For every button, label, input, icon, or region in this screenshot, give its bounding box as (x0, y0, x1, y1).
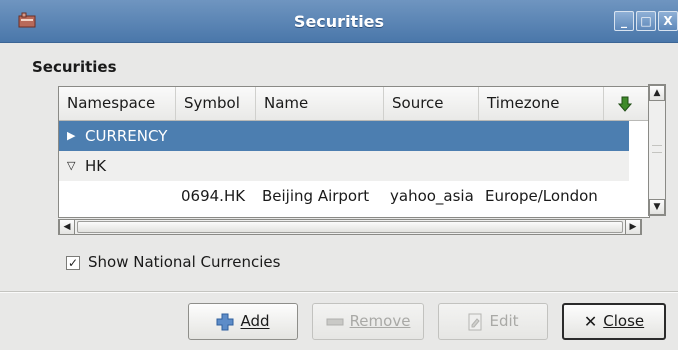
edit-icon (468, 313, 482, 330)
add-button[interactable]: Add (188, 303, 298, 340)
group-label: CURRENCY (85, 127, 168, 145)
show-national-currencies-label[interactable]: Show National Currencies (88, 253, 280, 271)
scroll-grip[interactable] (652, 145, 662, 153)
collapse-arrow-icon[interactable]: ▽ (67, 151, 75, 181)
window-title: Securities (293, 12, 385, 31)
column-timezone[interactable]: Timezone (479, 87, 604, 120)
securities-tree[interactable]: Namespace Symbol Name Source Timezone ▶ … (58, 86, 650, 218)
tree-row-currency[interactable]: ▶ CURRENCY (59, 121, 629, 151)
scroll-right-icon[interactable]: ▶ (625, 219, 641, 235)
remove-button[interactable]: Remove (312, 303, 424, 340)
column-namespace[interactable]: Namespace (59, 87, 176, 120)
close-window-button[interactable]: X (658, 11, 678, 31)
separator (0, 291, 678, 293)
close-x-icon: ✕ (583, 312, 598, 331)
column-source[interactable]: Source (384, 87, 479, 120)
remove-label: Remove (349, 312, 411, 330)
edit-label: Edit (489, 312, 519, 330)
close-button[interactable]: ✕ Close (562, 303, 666, 340)
table-row[interactable]: 0694.HK Beijing Airport yahoo_asia Europ… (59, 181, 629, 211)
show-national-currencies-checkbox[interactable]: ✓ (66, 256, 80, 270)
cell-timezone: Europe/London (485, 187, 598, 205)
cell-name: Beijing Airport (262, 187, 370, 205)
plus-icon (216, 313, 234, 330)
cell-symbol: 0694.HK (181, 187, 246, 205)
maximize-button[interactable]: □ (636, 11, 656, 31)
sort-down-arrow-icon (617, 96, 633, 112)
column-header-row: Namespace Symbol Name Source Timezone (59, 87, 649, 121)
horizontal-scrollbar[interactable]: ◀ ▶ (58, 219, 642, 235)
scroll-down-icon[interactable]: ▼ (649, 199, 665, 215)
add-label: Add (240, 312, 270, 330)
column-symbol[interactable]: Symbol (176, 87, 256, 120)
edit-button[interactable]: Edit (438, 303, 548, 340)
title-bar[interactable]: Securities _ □ X (0, 0, 678, 43)
expand-arrow-icon[interactable]: ▶ (67, 121, 75, 151)
section-title: Securities (32, 58, 117, 76)
minimize-button[interactable]: _ (614, 11, 634, 31)
horizontal-scroll-thumb[interactable] (77, 221, 623, 233)
scroll-left-icon[interactable]: ◀ (59, 219, 75, 235)
minus-icon (326, 318, 344, 325)
close-label: Close (603, 312, 645, 330)
column-name[interactable]: Name (256, 87, 384, 120)
cell-source: yahoo_asia (390, 187, 474, 205)
column-sort[interactable] (604, 87, 649, 120)
tree-row-hk[interactable]: ▽ HK (59, 151, 629, 181)
vertical-scrollbar[interactable]: ▲ ▼ (648, 84, 666, 216)
scroll-up-icon[interactable]: ▲ (649, 85, 665, 101)
group-label: HK (85, 157, 107, 175)
